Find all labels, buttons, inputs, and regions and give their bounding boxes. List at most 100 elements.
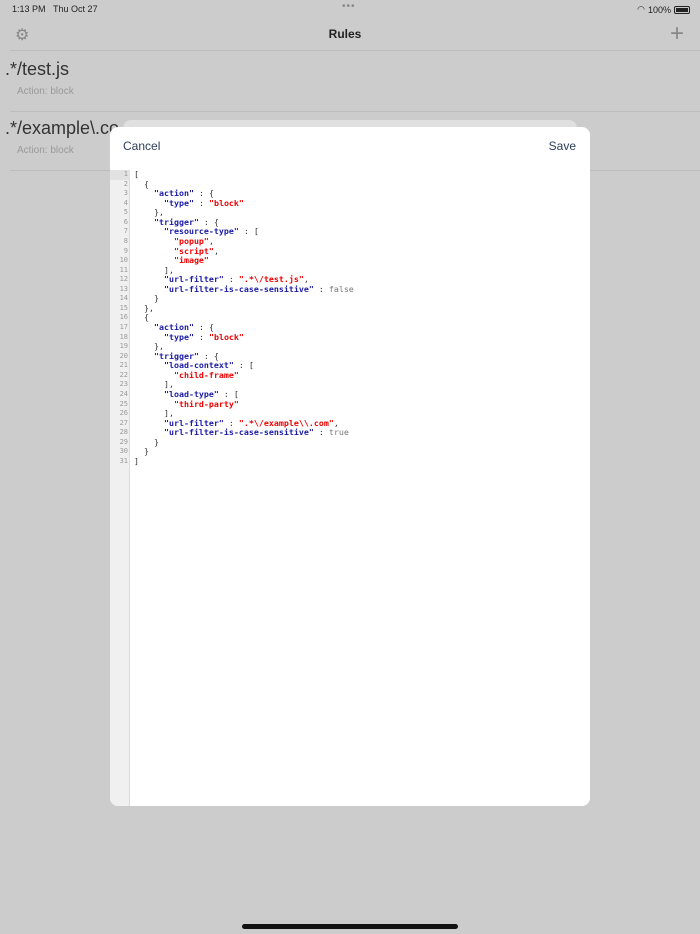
json-key: "trigger" (134, 350, 199, 361)
json-editor[interactable]: 1[2 {3 "action" : {4 "type" : "block" 5 }… (110, 169, 590, 806)
json-key: "url-filter-is-case-sensitive" (134, 283, 314, 294)
rule-pattern: .*/test.js (5, 59, 70, 79)
json-string: "popup" (134, 235, 209, 246)
json-punct: { (134, 312, 149, 323)
rule-row[interactable]: .*/test.js Action: block (0, 52, 700, 112)
json-punct: , (333, 417, 339, 428)
cancel-button[interactable]: Cancel (123, 139, 160, 153)
json-string: ".*\/example\\.com" (238, 417, 334, 428)
line-number: 8 (123, 236, 128, 245)
line-number: 15 (119, 303, 128, 312)
rule-editor-modal: Cancel Save 1[2 {3 "action" : {4 "type" … (110, 127, 590, 806)
json-punct: : [ (233, 360, 254, 371)
code-line: 31] (110, 455, 590, 467)
json-string: ".*\/test.js" (238, 274, 304, 285)
line-number: 22 (119, 370, 128, 379)
time: 1:13 PM (12, 4, 46, 14)
line-text: "url-filter-is-case-sensitive" : true (134, 427, 349, 438)
json-key: "resource-type" (134, 226, 239, 237)
json-punct: , (213, 245, 219, 256)
line-number: 14 (119, 294, 128, 303)
json-string: "third-party" (134, 398, 239, 409)
line-number: 25 (119, 399, 128, 408)
multitasking-dots[interactable]: ••• (342, 1, 356, 12)
json-punct: : { (193, 188, 214, 199)
json-boolean: true (328, 427, 349, 438)
wifi-icon: ◠ (637, 4, 645, 14)
line-number: 19 (119, 342, 128, 351)
line-number: 9 (123, 246, 128, 255)
line-number: 13 (119, 284, 128, 293)
code-line: 28 "url-filter-is-case-sensitive" : true (110, 427, 590, 438)
code-line: 13 "url-filter-is-case-sensitive" : fals… (110, 283, 590, 295)
json-boolean: false (328, 283, 354, 294)
battery-percent: 100% (647, 4, 671, 15)
line-number: 28 (119, 428, 128, 437)
code-line: 14 } (110, 294, 590, 304)
json-punct: } (134, 436, 159, 447)
json-key: "url-filter" (134, 417, 224, 428)
line-text: ] (134, 455, 139, 467)
plus-icon[interactable]: + (670, 20, 684, 48)
json-punct: : (313, 283, 329, 294)
json-key: "url-filter" (134, 274, 224, 285)
json-key: "action" (134, 188, 194, 199)
json-punct: } (134, 293, 159, 304)
json-punct: { (134, 178, 149, 189)
json-string: "image" (134, 255, 209, 266)
code-line: 22 "child-frame" (110, 369, 590, 381)
line-text: "url-filter-is-case-sensitive" : false (134, 283, 354, 295)
code-line: 4 "type" : "block" (110, 197, 590, 209)
line-number: 2 (123, 179, 128, 188)
line-number: 21 (119, 361, 128, 370)
rule-action: Action: block (17, 86, 74, 97)
page-title: Rules (328, 27, 362, 41)
line-number: 16 (119, 313, 128, 322)
line-number: 31 (119, 456, 128, 465)
json-punct: }, (134, 341, 164, 352)
json-key: "url-filter-is-case-sensitive" (134, 427, 314, 438)
json-punct: : { (198, 216, 219, 227)
json-key: "load-context" (134, 360, 234, 371)
json-punct: ] (134, 455, 139, 466)
home-indicator[interactable] (242, 924, 458, 929)
code-line: 15 }, (110, 302, 590, 314)
rule-action: Action: block (17, 145, 74, 156)
nav-bar: ⚙ Rules + (10, 18, 700, 51)
json-string: "child-frame" (134, 369, 239, 380)
json-key: "trigger" (134, 216, 199, 227)
line-number: 5 (123, 208, 128, 217)
json-punct: : [ (238, 226, 259, 237)
line-number: 26 (119, 409, 128, 418)
json-punct: : (223, 274, 239, 285)
json-key: "type" (134, 331, 194, 342)
line-number: 7 (123, 227, 128, 236)
json-punct: : (193, 331, 209, 342)
status-bar: 1:13 PM Thu Oct 27 ••• ◠ 100% (0, 0, 700, 18)
line-number: 6 (123, 217, 128, 226)
line-number: 18 (119, 332, 128, 341)
json-string: "block" (208, 331, 244, 342)
line-number: 24 (119, 389, 128, 398)
json-punct: : { (193, 322, 214, 332)
line-number: 20 (119, 351, 128, 360)
json-punct: [ (134, 169, 139, 179)
json-punct: }, (134, 207, 164, 218)
rule-pattern: .*/example\.co (5, 118, 120, 138)
line-number: 10 (119, 256, 128, 265)
json-punct: } (134, 446, 149, 457)
line-number: 11 (119, 265, 128, 274)
json-punct: : (193, 197, 209, 208)
line-number: 23 (119, 380, 128, 389)
code-area[interactable]: 1[2 {3 "action" : {4 "type" : "block" 5 }… (110, 169, 590, 467)
code-line: 18 "type" : "block" (110, 331, 590, 343)
json-key: "action" (134, 322, 194, 332)
date: Thu Oct 27 (53, 4, 98, 14)
json-punct: : (313, 427, 329, 438)
save-button[interactable]: Save (549, 139, 576, 153)
json-punct: , (303, 274, 309, 285)
json-punct: }, (134, 302, 154, 313)
line-number: 17 (119, 323, 128, 331)
code-line: 1[ (110, 169, 590, 180)
json-key: "type" (134, 197, 194, 208)
